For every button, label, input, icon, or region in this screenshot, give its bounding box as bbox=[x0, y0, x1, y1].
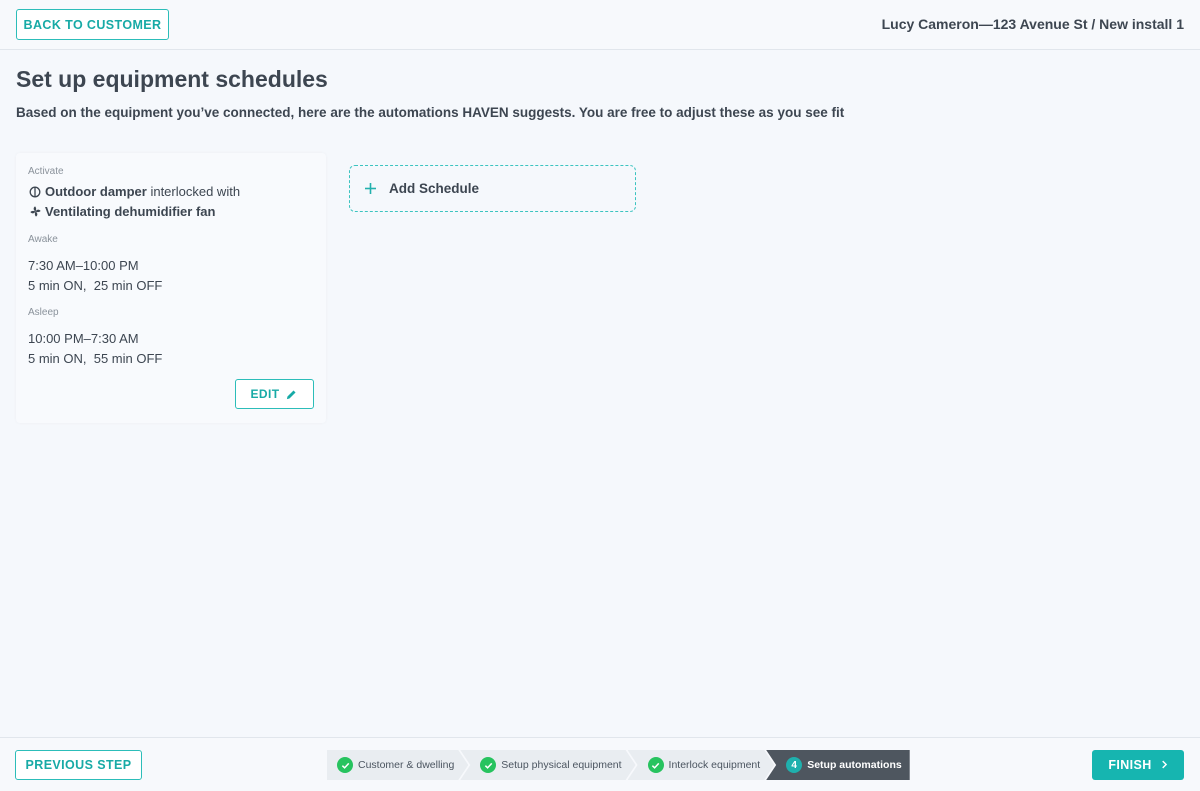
primary-device-line: Outdoor damper interlocked with bbox=[28, 184, 240, 199]
back-to-customer-button[interactable]: BACK TO CUSTOMER bbox=[16, 9, 169, 40]
page-title: Set up equipment schedules bbox=[16, 66, 328, 92]
step-setup-automations[interactable]: 4 Setup automations bbox=[766, 750, 910, 780]
asleep-label: Asleep bbox=[28, 307, 59, 318]
primary-device-name: Outdoor damper bbox=[45, 184, 147, 199]
edit-schedule-button[interactable]: EDIT bbox=[235, 379, 314, 409]
secondary-device-line: Ventilating dehumidifier fan bbox=[28, 204, 215, 219]
asleep-time: 10:00 PM–7:30 AM bbox=[28, 331, 139, 346]
asleep-cycle: 5 min ON, 55 min OFF bbox=[28, 351, 163, 366]
step-number-badge: 4 bbox=[786, 757, 803, 773]
add-schedule-button[interactable]: Add Schedule bbox=[349, 165, 636, 212]
fan-icon bbox=[28, 205, 42, 219]
previous-step-button[interactable]: PREVIOUS STEP bbox=[15, 750, 142, 780]
step-setup-physical-equipment[interactable]: Setup physical equipment bbox=[460, 750, 635, 780]
schedule-card: Activate Outdoor damper interlocked with… bbox=[16, 153, 326, 423]
step-customer-dwelling[interactable]: Customer & dwelling bbox=[327, 750, 468, 780]
awake-label: Awake bbox=[28, 234, 58, 245]
footer-bar: PREVIOUS STEP Customer & dwelling Setup … bbox=[0, 737, 1200, 791]
finish-label: FINISH bbox=[1108, 758, 1152, 772]
chevron-right-icon bbox=[1161, 758, 1168, 772]
awake-time: 7:30 AM–10:00 PM bbox=[28, 258, 139, 273]
add-schedule-label: Add Schedule bbox=[389, 181, 480, 196]
check-icon bbox=[648, 757, 664, 773]
step-label: Setup physical equipment bbox=[501, 759, 622, 771]
step-interlock-equipment[interactable]: Interlock equipment bbox=[628, 750, 775, 780]
awake-cycle: 5 min ON, 25 min OFF bbox=[28, 278, 163, 293]
interlock-text: interlocked with bbox=[146, 184, 241, 199]
check-icon bbox=[337, 757, 353, 773]
secondary-device-name: Ventilating dehumidifier fan bbox=[45, 204, 216, 219]
activate-label: Activate bbox=[28, 166, 64, 177]
customer-breadcrumb: Lucy Cameron—123 Avenue St / New install… bbox=[881, 16, 1184, 32]
progress-stepper: Customer & dwelling Setup physical equip… bbox=[327, 750, 910, 780]
edit-label: EDIT bbox=[250, 387, 280, 401]
damper-icon bbox=[28, 185, 42, 199]
check-icon bbox=[480, 757, 496, 773]
step-label: Customer & dwelling bbox=[358, 759, 455, 771]
plus-icon bbox=[364, 179, 377, 199]
step-label: Setup automations bbox=[807, 759, 902, 771]
pencil-icon bbox=[284, 387, 298, 401]
finish-button[interactable]: FINISH bbox=[1092, 750, 1184, 780]
step-label: Interlock equipment bbox=[668, 759, 761, 771]
top-bar: BACK TO CUSTOMER Lucy Cameron—123 Avenue… bbox=[0, 0, 1200, 50]
page-subtitle: Based on the equipment you’ve connected,… bbox=[16, 105, 845, 120]
